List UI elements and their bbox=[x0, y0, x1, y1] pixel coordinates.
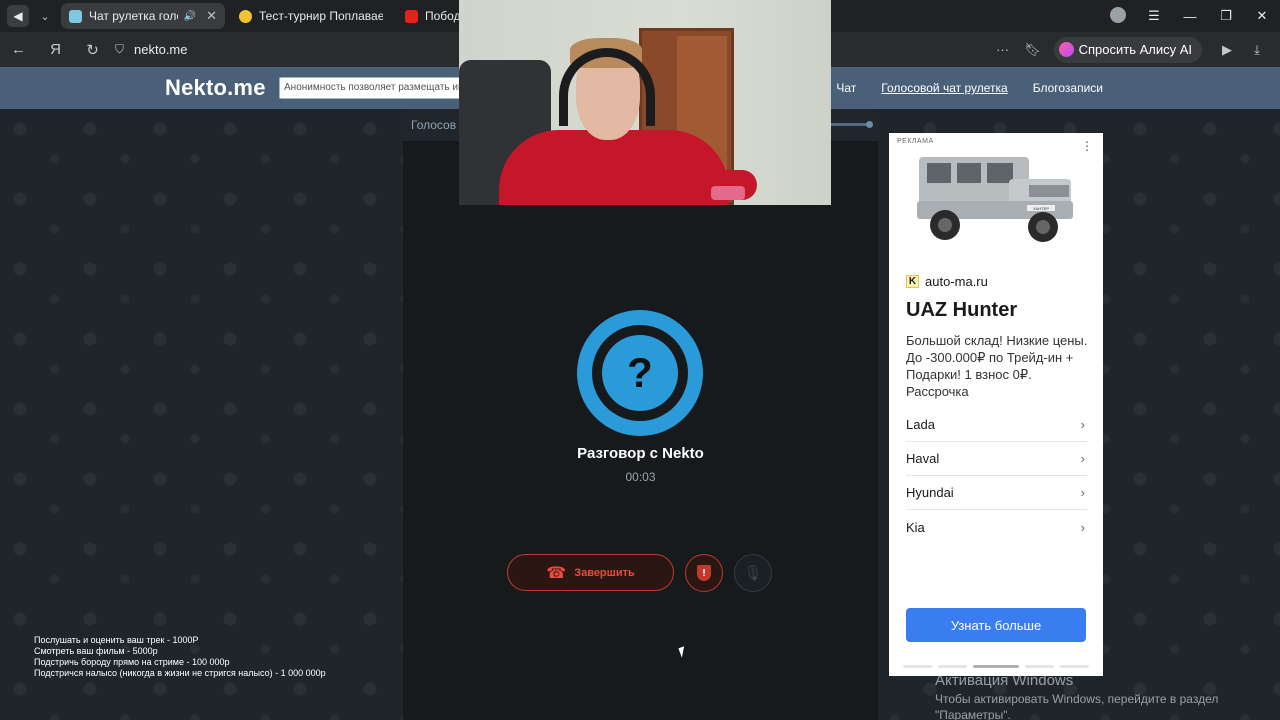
conversation-title: Разговор с Nekto bbox=[577, 445, 704, 462]
ad-link-label: Lada bbox=[906, 417, 935, 432]
ad-carousel-dots[interactable] bbox=[903, 665, 1089, 668]
tab-close-icon[interactable]: ✕ bbox=[206, 8, 217, 24]
ad-link-label: Kia bbox=[906, 519, 925, 535]
call-timer: 00:03 bbox=[625, 470, 656, 484]
report-button[interactable]: ! bbox=[685, 554, 723, 592]
hang-up-icon: ☎ bbox=[546, 564, 567, 582]
mic-button[interactable]: 🎙︎ bbox=[734, 554, 772, 592]
activation-title: Активация Windows bbox=[935, 672, 1074, 689]
car-plate-text: ХАНТЕР bbox=[1033, 206, 1049, 211]
ad-menu-icon[interactable]: ⋮ bbox=[1081, 139, 1093, 153]
tab-audio-icon[interactable]: ◀ bbox=[7, 5, 29, 27]
tabs-menu-chevron-icon[interactable]: ⌄ bbox=[35, 10, 55, 23]
panel-title: Голосов bbox=[411, 118, 457, 132]
nav-blog-link[interactable]: Блогозаписи bbox=[1033, 81, 1103, 95]
profile-avatar-icon[interactable] bbox=[1100, 6, 1136, 26]
ad-link-label: Hyundai bbox=[906, 485, 954, 500]
ad-description: Большой склад! Низкие цены. До -300.000₽… bbox=[906, 333, 1088, 399]
advertisement-card[interactable]: РЕКЛАМА ⋮ ХАНТЕР K auto-ma.ru UAZ Hunter… bbox=[889, 133, 1103, 676]
mouse-cursor-icon bbox=[678, 646, 688, 658]
chevron-right-icon: › bbox=[1080, 485, 1085, 500]
reload-icon[interactable]: ↻ bbox=[74, 41, 111, 59]
alice-icon bbox=[1058, 42, 1074, 57]
window-close-icon[interactable]: ✕ bbox=[1244, 8, 1280, 24]
download-icon[interactable]: ⤓ bbox=[1242, 42, 1272, 58]
ad-link-kia[interactable]: Kia › bbox=[906, 510, 1087, 544]
ad-link-haval[interactable]: Haval › bbox=[906, 442, 1087, 476]
tab-tournament[interactable]: Тест-турнир Поплаваешь bbox=[231, 3, 391, 29]
site-logo[interactable]: Nekto.me bbox=[165, 75, 266, 101]
activation-text: Чтобы активировать Windows, перейдите в … bbox=[935, 692, 1219, 706]
ad-link-hyundai[interactable]: Hyundai › bbox=[906, 476, 1087, 510]
tab-chat-roulette[interactable]: Чат рулетка голосов 🔊 ✕ bbox=[61, 3, 225, 29]
ad-link-lada[interactable]: Lada › bbox=[906, 408, 1087, 442]
chevron-right-icon: › bbox=[1080, 519, 1085, 535]
tab-youtube[interactable]: Побод bbox=[397, 3, 467, 29]
anonymous-avatar: ? bbox=[577, 310, 703, 436]
ad-domain-text: auto-ma.ru bbox=[925, 274, 988, 289]
end-call-button[interactable]: ☎ Завершить bbox=[507, 554, 674, 591]
yandex-icon[interactable]: Я bbox=[37, 41, 74, 58]
speaker-icon[interactable]: 🔊 bbox=[184, 11, 196, 22]
media-play-icon[interactable]: ▶ bbox=[1212, 42, 1242, 58]
end-call-label: Завершить bbox=[574, 566, 635, 579]
price-line: Смотреть ваш фильм - 5000р bbox=[34, 646, 158, 656]
tab-title: Чат рулетка голосов bbox=[89, 9, 178, 23]
alice-label: Спросить Алису AI bbox=[1078, 42, 1192, 57]
restore-icon[interactable]: ❐ bbox=[1208, 8, 1244, 24]
ad-link-list: Lada › Haval › Hyundai › Kia › bbox=[906, 408, 1087, 544]
price-line: Послушать и оценить ваш трек - 1000Р bbox=[34, 635, 199, 645]
browser-menu-icon[interactable]: ☰ bbox=[1136, 8, 1172, 24]
site-info-icon[interactable]: ⛉ bbox=[115, 42, 124, 57]
ad-title[interactable]: UAZ Hunter bbox=[906, 299, 1017, 322]
url-field[interactable]: ⛉ nekto.me bbox=[115, 42, 188, 57]
star-favicon-icon bbox=[239, 9, 252, 23]
back-icon[interactable]: ← bbox=[0, 41, 37, 58]
window-controls: ☰ — ❐ ✕ bbox=[1100, 0, 1280, 32]
address-actions: ··· 🔖︎ Спросить Алису AI ▶ ⤓ bbox=[988, 32, 1272, 67]
nav-chat-link[interactable]: Чат bbox=[836, 81, 856, 95]
ask-alice-button[interactable]: Спросить Алису AI bbox=[1053, 36, 1202, 63]
price-line: Подстричь бороду прямо на стриме - 100 0… bbox=[34, 657, 230, 667]
chevron-right-icon: › bbox=[1080, 417, 1085, 432]
tab-title: Тест-турнир Поплаваешь bbox=[259, 9, 383, 23]
learn-more-button[interactable]: Узнать больше bbox=[906, 608, 1086, 642]
ad-domain[interactable]: K auto-ma.ru bbox=[906, 274, 988, 289]
microphone-icon: 🎙︎ bbox=[743, 565, 763, 582]
url-text: nekto.me bbox=[134, 42, 188, 57]
windows-activation-watermark: Активация Windows Чтобы активировать Win… bbox=[935, 672, 1218, 720]
nav-voice-roulette-link[interactable]: Голосовой чат рулетка bbox=[881, 81, 1007, 95]
minimize-icon[interactable]: — bbox=[1172, 9, 1208, 24]
stream-price-list: Послушать и оценить ваш трек - 1000Р Смо… bbox=[34, 635, 326, 679]
car-image: ХАНТЕР bbox=[917, 157, 1073, 242]
price-line: Подстричся налысо (никогда в жизни не ст… bbox=[34, 668, 326, 678]
advertiser-logo-icon: K bbox=[906, 275, 919, 288]
chevron-right-icon: › bbox=[1080, 451, 1085, 466]
activation-text: "Параметры". bbox=[935, 708, 1011, 720]
header-nav: Чат Голосовой чат рулетка Блогозаписи bbox=[811, 81, 1103, 95]
ad-label: РЕКЛАМА bbox=[897, 138, 934, 145]
volume-slider[interactable] bbox=[830, 121, 873, 128]
site-favicon-icon bbox=[69, 9, 82, 23]
tab-title: Побод bbox=[425, 9, 459, 23]
more-icon[interactable]: ··· bbox=[988, 42, 1018, 57]
question-mark-icon: ? bbox=[602, 335, 678, 411]
streamer-webcam bbox=[459, 0, 831, 205]
shield-alert-icon: ! bbox=[697, 565, 711, 581]
bookmark-icon[interactable]: 🔖︎ bbox=[1018, 42, 1048, 58]
header-info-field[interactable]: Анонимность позволяет размещать инф bbox=[279, 77, 461, 99]
ad-link-label: Haval bbox=[906, 451, 940, 466]
youtube-favicon-icon bbox=[405, 9, 418, 23]
